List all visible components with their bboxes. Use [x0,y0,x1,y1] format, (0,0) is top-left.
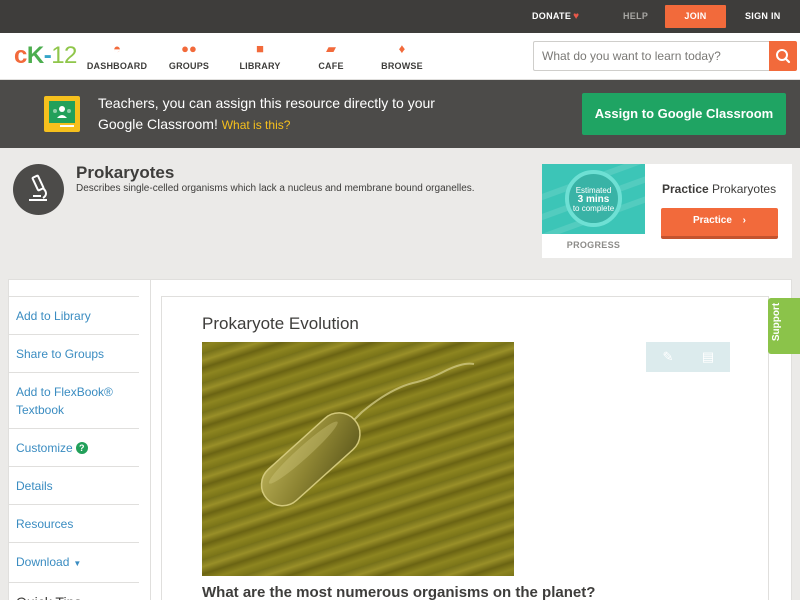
cafe-icon: ▰ [326,41,336,56]
nav-library-label: LIBRARY [239,61,281,71]
assign-google-classroom-button[interactable]: Assign to Google Classroom [582,93,786,135]
google-classroom-banner: Teachers, you can assign this resource d… [0,80,800,148]
microscope-icon [13,164,64,215]
search-icon [776,49,791,64]
heart-icon: ♥ [573,11,580,22]
sidebar: Add to Library Share to Groups Add to Fl… [8,296,139,600]
progress-card: Estimated 3 mins to complete PROGRESS Pr… [542,164,792,258]
nav-browse-label: BROWSE [381,61,423,71]
practice-title-topic: Prokaryotes [712,182,777,196]
browse-icon: ♦ [398,41,406,56]
top-utility-bar: DONATE ♥ HELP JOIN SIGN IN [0,0,800,33]
concept-title: Prokaryotes [76,163,175,182]
sidebar-item-quick-tips[interactable]: Quick Tips [8,582,139,600]
notes-icon[interactable]: ▤ [700,349,716,365]
nav-library[interactable]: ■ LIBRARY [225,41,295,71]
dashboard-icon: ◓ [113,41,121,56]
nav-dashboard[interactable]: ◓ DASHBOARD [82,41,152,71]
sidebar-item-add-to-flexbook[interactable]: Add to FlexBook® Textbook [8,372,139,428]
nav-dashboard-label: DASHBOARD [86,61,148,71]
nav-browse[interactable]: ♦ BROWSE [367,41,437,71]
groups-icon: ●● [181,41,197,56]
search-button[interactable] [769,41,797,71]
nav-groups-label: GROUPS [168,61,210,71]
caret-down-icon: ▼ [73,559,82,568]
sidebar-item-details[interactable]: Details [8,466,139,504]
library-icon: ■ [256,41,264,56]
progress-thumbnail: Estimated 3 mins to complete [542,164,645,234]
bacterium-image [202,342,514,576]
practice-title: Practice Prokaryotes [662,182,776,196]
support-tab[interactable]: Support [768,298,800,354]
logo-k: K [26,42,44,69]
sidebar-item-customize[interactable]: Customize? [8,428,139,466]
help-link[interactable]: HELP [623,0,648,33]
article-title: Prokaryote Evolution [202,314,359,333]
ck12-logo[interactable]: cK-12 [14,42,77,70]
support-label: Support [771,302,782,342]
nav-cafe[interactable]: ▰ CAFE [296,41,366,71]
search-input[interactable] [533,41,769,71]
sidebar-item-resources[interactable]: Resources [8,504,139,542]
nav-groups[interactable]: ●● GROUPS [154,41,224,71]
sidebar-item-share-to-groups[interactable]: Share to Groups [8,334,139,372]
practice-button-label: Practice [692,215,732,226]
google-classroom-icon [44,96,80,132]
donate-link[interactable]: DONATE ♥ [532,0,579,33]
progress-label: PROGRESS [566,240,621,250]
concept-description: Describes single-celled organisms which … [76,183,475,194]
estimated-minutes: 3 mins [577,194,610,205]
estimated-time-badge: Estimated 3 mins to complete [565,170,622,227]
customize-label: Customize [16,441,73,455]
chevron-right-icon: › [742,215,747,226]
logo-c: c [14,42,27,69]
sidebar-item-add-to-library[interactable]: Add to Library [8,296,139,334]
main-navbar: cK-12 ◓ DASHBOARD ●● GROUPS ■ LIBRARY ▰ … [0,33,800,80]
sign-in-link[interactable]: SIGN IN [745,0,781,33]
question-icon[interactable]: ? [75,442,88,454]
banner-text: Teachers, you can assign this resource d… [98,93,468,136]
practice-button[interactable]: Practice › [661,208,778,239]
nav-cafe-label: CAFE [318,61,344,71]
practice-title-bold: Practice [662,182,709,196]
download-label: Download [16,555,70,569]
what-is-this-link[interactable]: What is this? [222,118,291,132]
join-button[interactable]: JOIN [665,5,726,28]
estimated-suffix: to complete [572,204,615,213]
sidebar-divider [150,279,151,600]
pencil-icon[interactable]: ✎ [660,349,676,365]
logo-number: 12 [51,42,77,69]
donate-label: DONATE [532,11,572,21]
article-heading: What are the most numerous organisms on … [202,584,596,600]
sidebar-item-download[interactable]: Download ▼ [8,542,139,582]
article-tools: ✎ ▤ [646,342,730,372]
